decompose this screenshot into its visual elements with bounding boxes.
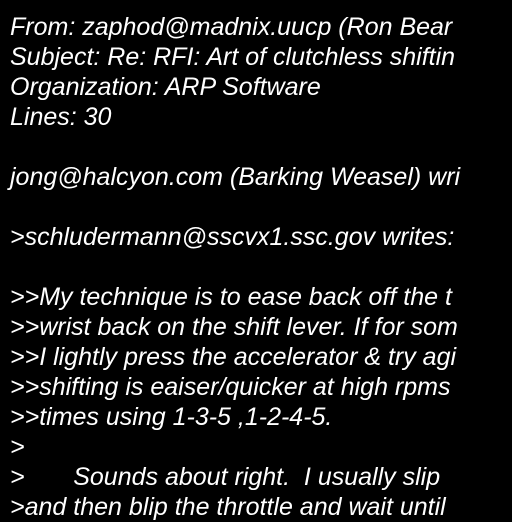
text-line bbox=[10, 192, 512, 222]
text-line: Lines: 30 bbox=[10, 103, 112, 131]
text-line: >>shifting is eaiser/quicker at high rpm… bbox=[10, 373, 451, 401]
text-line: >>wrist back on the shift lever. If for … bbox=[10, 313, 458, 341]
text-line: jong@halcyon.com (Barking Weasel) wri bbox=[10, 163, 461, 191]
text-line: >and then blip the throttle and wait unt… bbox=[10, 493, 446, 521]
text-line: >schludermann@sscvx1.ssc.gov writes: bbox=[10, 223, 455, 251]
text-line bbox=[10, 252, 512, 282]
text-line bbox=[10, 132, 512, 162]
text-line: >>times using 1-3-5 ,1-2-4-5. bbox=[10, 403, 333, 431]
text-line: From: zaphod@madnix.uucp (Ron Bear bbox=[10, 13, 453, 41]
message-text: From: zaphod@madnix.uucp (Ron Bear Subjec… bbox=[10, 12, 512, 522]
text-line: >>My technique is to ease back off the t bbox=[10, 283, 452, 311]
text-line: > Sounds about right. I usually slip bbox=[10, 463, 441, 491]
text-line: > bbox=[10, 433, 25, 461]
text-line: Subject: Re: RFI: Art of clutchless shif… bbox=[10, 43, 456, 71]
text-line: Organization: ARP Software bbox=[10, 73, 321, 101]
text-line: >>I lightly press the accelerator & try … bbox=[10, 343, 457, 371]
